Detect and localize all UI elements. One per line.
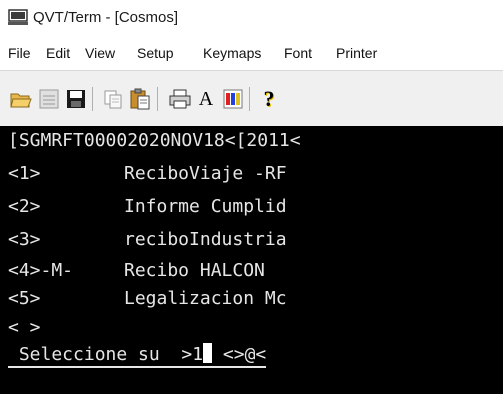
option-key: <5> [8, 288, 41, 309]
save-button[interactable] [64, 87, 88, 111]
toolbar-separator [249, 87, 250, 111]
copy-button[interactable] [101, 87, 125, 111]
open-folder-button[interactable] [9, 87, 33, 111]
font-button[interactable]: A [194, 87, 218, 111]
menu-file[interactable]: File [8, 45, 31, 61]
selection-prompt[interactable]: Seleccione su >1 <>@< [8, 343, 267, 368]
option-label: ReciboViaje -RF [124, 163, 287, 184]
toolbar-separator [92, 87, 93, 111]
menu-option-blank: < > [8, 317, 41, 339]
option-key: < > [8, 317, 41, 338]
window-title: QVT/Term - [Cosmos] [33, 9, 179, 26]
title-bar: QVT/Term - [Cosmos] [0, 0, 503, 40]
menu-printer[interactable]: Printer [336, 45, 377, 61]
menu-option-2: <2> Informe Cumplid [8, 196, 287, 218]
menu-option-4: <4>-M- Recibo HALCON [8, 260, 265, 282]
menu-font[interactable]: Font [284, 45, 312, 61]
menu-keymaps[interactable]: Keymaps [203, 45, 261, 61]
toolbar-separator [157, 87, 158, 111]
open-folder-icon [10, 93, 32, 108]
help-icon: ? [263, 86, 275, 111]
print-button[interactable] [168, 87, 192, 111]
prompt-value[interactable]: 1 [192, 344, 203, 365]
terminal-screen[interactable]: [SGMRFT00002020NOV18<[2011< <1> ReciboVia… [0, 126, 503, 394]
option-label: reciboIndustria [124, 229, 287, 250]
toolbar: A ? [0, 70, 503, 127]
menu-setup[interactable]: Setup [137, 45, 174, 61]
prompt-label: Seleccione su > [8, 344, 193, 365]
text-cursor [203, 343, 213, 363]
terminal-app-icon [8, 9, 28, 25]
terminal-header-line: [SGMRFT00002020NOV18<[2011< [8, 130, 301, 151]
copy-icon [104, 90, 122, 109]
save-icon [67, 90, 85, 108]
menu-bar: File Edit View Setup Keymaps Font Printe… [0, 40, 503, 70]
option-label: Informe Cumplid [124, 196, 287, 217]
help-button[interactable]: ? [257, 86, 281, 111]
grid-icon [39, 89, 59, 109]
option-key: <2> [8, 196, 41, 217]
print-icon [169, 89, 191, 109]
option-key: <1> [8, 163, 41, 184]
menu-option-3: <3> reciboIndustria [8, 229, 287, 251]
colors-button[interactable] [221, 87, 245, 111]
menu-option-5: <5> Legalizacion Mc [8, 288, 287, 310]
option-label: Legalizacion Mc [124, 288, 287, 309]
option-key: <4>-M- [8, 260, 74, 281]
grid-button[interactable] [37, 87, 61, 111]
menu-view[interactable]: View [85, 45, 115, 61]
menu-option-1: <1> ReciboViaje -RF [8, 163, 287, 185]
colors-icon [223, 89, 243, 109]
paste-button[interactable] [128, 87, 152, 111]
prompt-tail: <>@< [212, 344, 267, 365]
option-key: <3> [8, 229, 41, 250]
paste-icon [130, 88, 150, 110]
menu-edit[interactable]: Edit [46, 45, 70, 61]
option-label: Recibo HALCON [124, 260, 265, 281]
font-icon: A [198, 87, 214, 110]
